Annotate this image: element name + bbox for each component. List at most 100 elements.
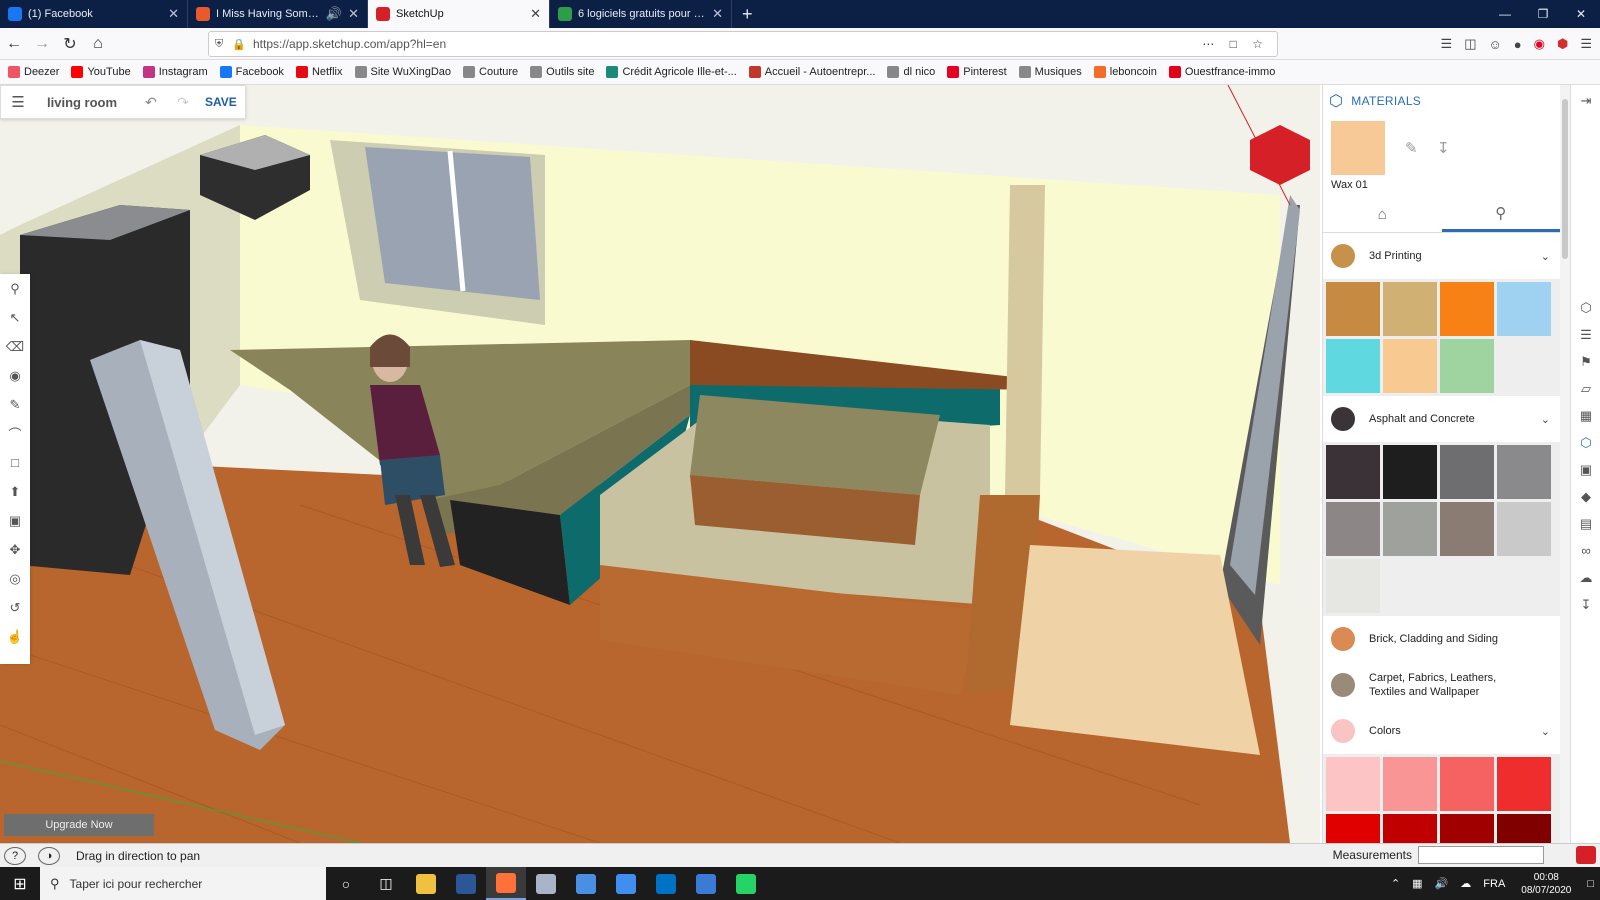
bookmark-item[interactable]: Ouestfrance-immo <box>1168 66 1275 78</box>
url-text[interactable]: https://app.sketchup.com/app?hl=en <box>249 37 1202 51</box>
tags-icon[interactable]: ◆ <box>1571 483 1600 510</box>
material-swatch[interactable] <box>1440 282 1494 336</box>
page-actions-icon[interactable]: ⋯ □ ☆ <box>1202 37 1277 51</box>
account-icon[interactable]: ☺ <box>1489 37 1502 52</box>
shield-icon[interactable]: ⛨ <box>209 38 229 51</box>
close-tab-icon[interactable]: ✕ <box>530 6 541 22</box>
close-tab-icon[interactable]: ✕ <box>712 6 723 22</box>
expand-panel-icon[interactable]: ⇥ <box>1571 87 1600 114</box>
paint-icon[interactable]: ◉ <box>0 361 30 390</box>
network-icon[interactable]: ▦ <box>1412 877 1422 890</box>
material-swatch[interactable] <box>1326 445 1380 499</box>
browser-tab[interactable]: 6 logiciels gratuits pour son pla ✕ <box>550 0 732 28</box>
eraser-icon[interactable]: ⌫ <box>0 332 30 361</box>
measurements-input[interactable] <box>1418 846 1544 864</box>
material-swatch[interactable] <box>1440 339 1494 393</box>
address-bar[interactable]: ⛨ 🔒 https://app.sketchup.com/app?hl=en ⋯… <box>208 31 1278 57</box>
material-swatch[interactable] <box>1326 282 1380 336</box>
material-category[interactable]: 3d Printing ⌄ <box>1323 233 1560 279</box>
forward-icon[interactable]: → <box>28 35 56 53</box>
material-swatch[interactable] <box>1326 339 1380 393</box>
rectangle-icon[interactable]: □ <box>0 448 30 477</box>
orbit-icon[interactable]: ↺ <box>0 593 30 622</box>
browser-tab[interactable]: SketchUp ✕ <box>368 0 550 28</box>
material-category[interactable]: Brick, Cladding and Siding <box>1323 616 1560 662</box>
redo-icon[interactable]: ↷ <box>167 94 199 111</box>
search-icon[interactable]: ⚲ <box>0 274 30 303</box>
components-icon[interactable]: ▱ <box>1571 375 1600 402</box>
material-swatch[interactable] <box>1497 757 1551 811</box>
instructor-icon[interactable]: ⚑ <box>1571 348 1600 375</box>
upgrade-button[interactable]: Upgrade Now <box>4 814 154 836</box>
bookmark-item[interactable]: Accueil - Autoentrepr... <box>748 66 875 78</box>
taskview-icon[interactable]: ◫ <box>366 867 406 900</box>
bookmark-item[interactable]: Site WuXingDao <box>354 66 451 78</box>
sidebar-icon[interactable]: ◫ <box>1464 36 1476 52</box>
help-icon[interactable]: ? <box>4 846 26 865</box>
material-swatch[interactable] <box>1326 757 1380 811</box>
outliner-icon[interactable]: ▦ <box>1571 402 1600 429</box>
bookmark-item[interactable]: Outils site <box>530 66 594 78</box>
material-swatch[interactable] <box>1326 502 1380 556</box>
material-swatch[interactable] <box>1497 282 1551 336</box>
material-swatch[interactable] <box>1497 502 1551 556</box>
new-tab-button[interactable]: + <box>732 0 763 28</box>
material-swatch[interactable] <box>1383 445 1437 499</box>
material-swatch[interactable] <box>1440 814 1494 843</box>
chevron-down-icon[interactable]: ⌄ <box>1541 725 1550 738</box>
clock[interactable]: 00:08 08/07/2020 <box>1521 871 1571 897</box>
firefox-icon[interactable] <box>486 867 526 900</box>
tab-home-icon[interactable]: ⌂ <box>1323 197 1442 232</box>
adblock-icon[interactable]: ⬢ <box>1557 36 1568 52</box>
room-3d-model[interactable] <box>0 85 1320 843</box>
library-icon[interactable]: ☰ <box>1441 36 1453 52</box>
taskbar-search[interactable]: ⚲ Taper ici pour rechercher <box>40 867 326 900</box>
material-swatch[interactable] <box>1440 502 1494 556</box>
undo-icon[interactable]: ↶ <box>135 94 167 111</box>
file-name[interactable]: living room <box>35 95 135 110</box>
warehouse-icon[interactable]: ☁ <box>1571 564 1600 591</box>
download-material-icon[interactable]: ↧ <box>1437 139 1450 157</box>
bookmark-item[interactable]: dl nico <box>887 66 935 78</box>
entity-info-icon[interactable]: ⬡ <box>1571 294 1600 321</box>
materials-icon[interactable]: ⬡ <box>1571 429 1600 456</box>
tray-chevron-icon[interactable]: ⌃ <box>1391 877 1400 890</box>
material-swatch[interactable] <box>1326 814 1380 843</box>
material-swatch[interactable] <box>1383 282 1437 336</box>
word-icon[interactable] <box>446 867 486 900</box>
restore-icon[interactable]: ❐ <box>1524 0 1562 28</box>
bookmark-item[interactable]: Instagram <box>142 66 208 78</box>
material-swatch[interactable] <box>1497 445 1551 499</box>
reload-icon[interactable]: ↻ <box>56 34 84 54</box>
material-category[interactable]: Colors ⌄ <box>1323 708 1560 754</box>
material-category[interactable]: Asphalt and Concrete ⌄ <box>1323 396 1560 442</box>
offset-icon[interactable]: ▣ <box>0 506 30 535</box>
export-icon[interactable]: ↧ <box>1571 591 1600 618</box>
pencil-icon[interactable]: ✎ <box>0 390 30 419</box>
move-icon[interactable]: ✥ <box>0 535 30 564</box>
select-icon[interactable]: ↖ <box>0 303 30 332</box>
notifications-icon[interactable]: □ <box>1587 878 1594 890</box>
material-swatch[interactable] <box>1383 339 1437 393</box>
edit-material-icon[interactable]: ✎ <box>1405 139 1418 157</box>
language-indicator[interactable]: FRA <box>1483 878 1505 890</box>
layers-icon[interactable]: ☰ <box>1571 321 1600 348</box>
materials-scrollbar[interactable] <box>1560 85 1570 843</box>
material-category[interactable]: Carpet, Fabrics, Leathers, Textiles and … <box>1323 662 1560 708</box>
calculator-icon[interactable] <box>566 867 606 900</box>
styles-icon[interactable]: ▣ <box>1571 456 1600 483</box>
bookmark-item[interactable]: Crédit Agricole Ille-et-... <box>606 66 737 78</box>
browser-tab[interactable]: (1) Facebook ✕ <box>0 0 188 28</box>
material-swatch[interactable] <box>1440 445 1494 499</box>
hamburger-menu-icon[interactable]: ☰ <box>1 93 35 111</box>
bookmark-item[interactable]: Facebook <box>219 66 284 78</box>
app-icon[interactable] <box>526 867 566 900</box>
volume-icon[interactable]: 🔊 <box>1435 877 1449 890</box>
paint-app-icon[interactable] <box>606 867 646 900</box>
bookmark-item[interactable]: Netflix <box>295 66 343 78</box>
menu-icon[interactable]: ☰ <box>1580 36 1592 52</box>
chevron-down-icon[interactable]: ⌄ <box>1541 250 1550 263</box>
windows-start-icon[interactable]: ⊞ <box>0 874 40 894</box>
chevron-down-icon[interactable]: ⌄ <box>1541 413 1550 426</box>
pinterest-ext-icon[interactable]: ◉ <box>1534 36 1545 52</box>
